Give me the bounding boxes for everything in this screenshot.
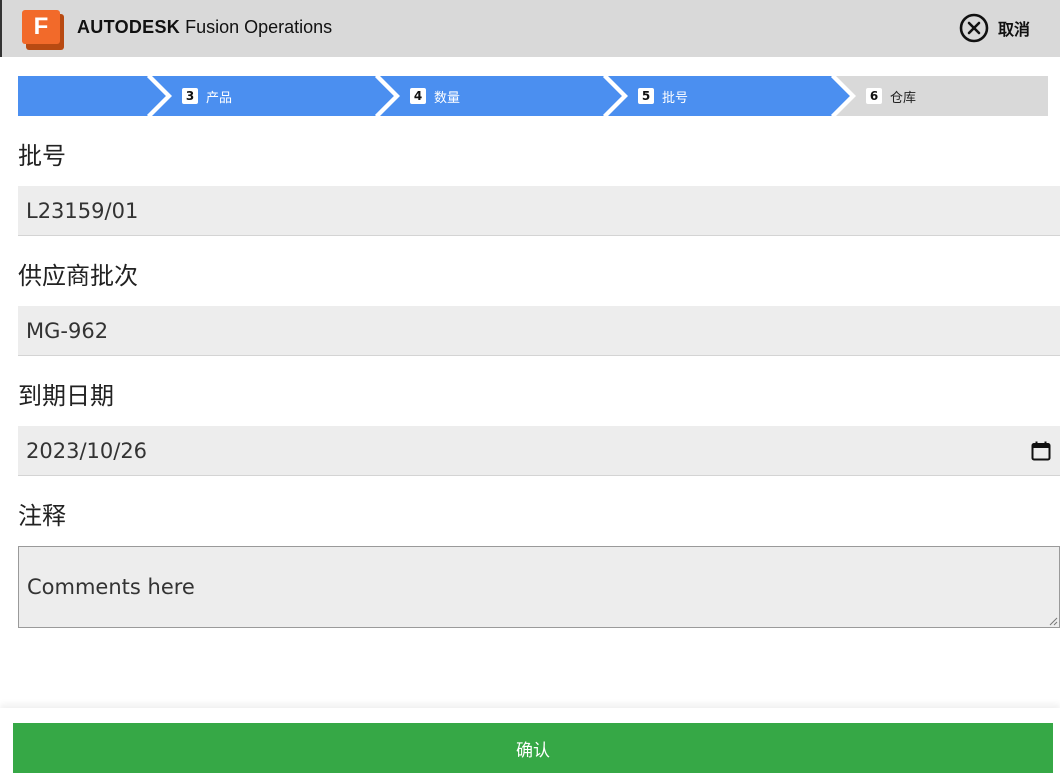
- cancel-label: 取消: [997, 20, 1030, 39]
- footer-bar: 确认: [0, 708, 1060, 783]
- step-number: 5: [638, 88, 654, 104]
- supplier-batch-value: MG-962: [26, 318, 109, 343]
- step-quantity[interactable]: 4 数量: [410, 76, 460, 116]
- progress-stepper: 3 产品 4 数量 5 批号 6 仓库: [18, 76, 1048, 116]
- batch-value: L23159/01: [26, 198, 139, 223]
- close-circle-icon: [959, 13, 989, 43]
- fusion-logo: F: [22, 10, 66, 50]
- cancel-button[interactable]: 取消: [959, 12, 1030, 44]
- step-label: 数量: [434, 90, 461, 106]
- app-header: F AUTODESK Fusion Operations 取消: [0, 0, 1060, 57]
- expiry-date-value: 2023/10/26: [26, 438, 148, 463]
- step-label: 产品: [206, 90, 233, 106]
- product-name: Fusion Operations: [180, 17, 333, 37]
- notes-label: 注释: [18, 502, 66, 530]
- step-segment-previous: [18, 76, 168, 116]
- confirm-label: 确认: [516, 740, 550, 761]
- batch-label: 批号: [18, 142, 66, 170]
- step-warehouse[interactable]: 6 仓库: [866, 76, 916, 116]
- expiry-date-input[interactable]: 2023/10/26: [18, 426, 1060, 476]
- calendar-icon[interactable]: [1030, 440, 1052, 462]
- batch-input[interactable]: L23159/01: [18, 186, 1060, 236]
- brand-name: AUTODESK: [77, 17, 181, 37]
- confirm-button[interactable]: 确认: [13, 723, 1053, 773]
- notes-placeholder: Comments here: [27, 575, 195, 599]
- step-batch[interactable]: 5 批号: [638, 76, 688, 116]
- resize-grip-icon[interactable]: [1048, 616, 1058, 626]
- supplier-batch-input[interactable]: MG-962: [18, 306, 1060, 356]
- step-label: 批号: [662, 90, 689, 106]
- notes-textarea[interactable]: Comments here: [18, 546, 1060, 628]
- supplier-batch-label: 供应商批次: [18, 262, 138, 290]
- step-label: 仓库: [890, 90, 917, 106]
- logo-letter: F: [22, 10, 60, 44]
- step-products[interactable]: 3 产品: [182, 76, 232, 116]
- step-number: 3: [182, 88, 198, 104]
- app-title: AUTODESK Fusion Operations: [77, 14, 332, 40]
- expiry-date-label: 到期日期: [18, 382, 114, 410]
- step-number: 4: [410, 88, 426, 104]
- step-number: 6: [866, 88, 882, 104]
